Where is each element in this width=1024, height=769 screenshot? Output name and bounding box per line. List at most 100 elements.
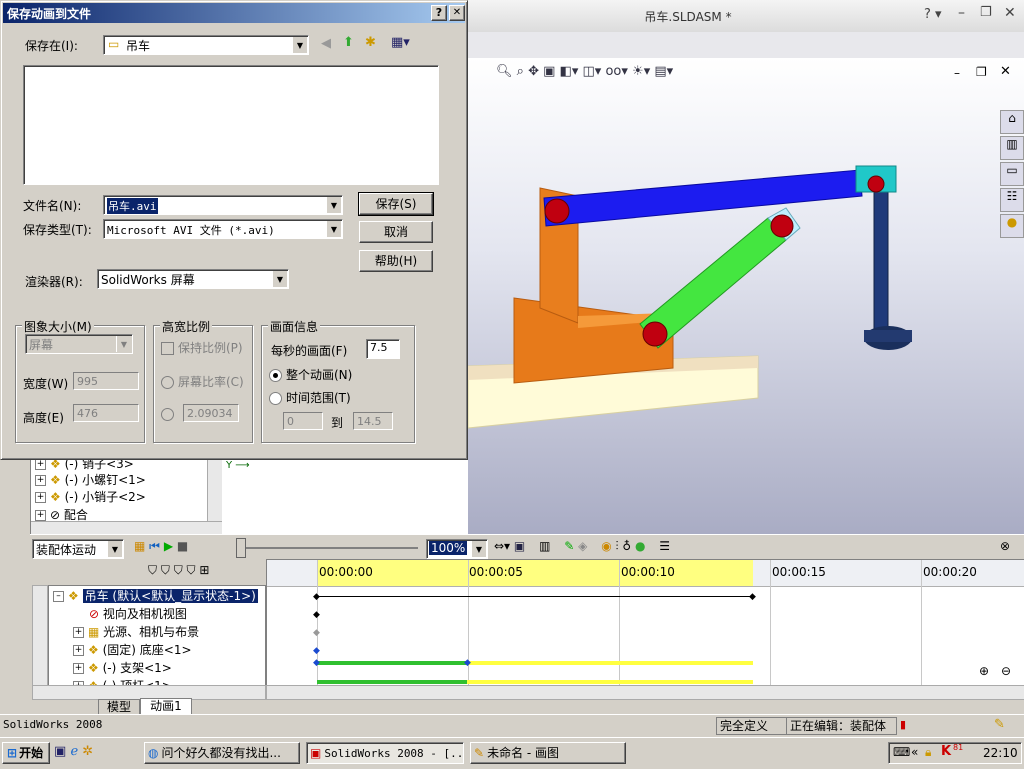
task-solidworks[interactable]: ▣ SolidWorks 2008 - [... [306, 742, 464, 764]
calculate-icon[interactable]: ▦ [134, 539, 145, 553]
help-button[interactable]: 帮助(H) [359, 250, 433, 272]
whole-animation-radio[interactable]: 整个动画(N) [269, 366, 352, 383]
timeline-active-range [317, 560, 753, 586]
motion-tree-item[interactable]: + ▦ 光源、相机与布景 [73, 623, 199, 641]
key-point[interactable]: ◆ [313, 610, 320, 620]
tree-item[interactable]: + ❖ (-) 小螺钉<1> [35, 471, 146, 489]
spring-icon[interactable]: ⫶ [616, 539, 619, 553]
playback-slider[interactable] [238, 547, 418, 549]
k-icon[interactable]: K [941, 744, 951, 759]
status-bar: SolidWorks 2008 完全定义 正在编辑：装配体 ▮ ✎ [0, 714, 1024, 737]
playback-mode-icon[interactable]: ⇔▾ [494, 539, 510, 553]
tree-item[interactable]: + ❖ (-) 小销子<2> [35, 488, 146, 506]
assembly-icon: ❖ [68, 589, 79, 603]
motor-icon[interactable]: ◉ [601, 539, 611, 553]
desktop-icon[interactable]: ▣ [54, 744, 66, 759]
play-from-start-icon[interactable]: ⏮ [149, 539, 160, 553]
key-point[interactable]: ◆ [313, 658, 320, 668]
autokey-icon[interactable]: ✎ [564, 539, 574, 553]
motion-tree-item[interactable]: – ❖ 吊车 (默认<默认_显示状态-1>) [53, 587, 258, 605]
damper-icon[interactable]: ♁ [622, 539, 631, 553]
change-bar [317, 661, 467, 665]
filter-driving-icon[interactable]: ⛉ [161, 563, 170, 577]
results-icon[interactable]: ☰ [659, 539, 670, 553]
study-type-combo[interactable]: 装配体运动 ▼ [32, 539, 124, 559]
top-arm [543, 169, 863, 227]
fps-field[interactable]: 7.5 [366, 339, 400, 359]
time-range-radio[interactable]: 时间范围(T) [269, 389, 351, 406]
file-list[interactable] [23, 65, 439, 185]
taskbar: ⊞ 开始 ▣ ℯ ✲ ◍ 问个好久都没有找出... ▣ SolidWorks 2008… [0, 737, 1024, 769]
tray-arrow-icon[interactable]: « [911, 745, 918, 759]
zoom-combo[interactable]: 100% ▼ [426, 539, 488, 559]
windows-logo-icon: ⊞ [7, 746, 18, 760]
filetype-combo[interactable]: Microsoft AVI 文件 (*.avi) ▼ [103, 219, 343, 239]
renderer-combo[interactable]: SolidWorks 屏幕 ▼ [97, 269, 289, 289]
view-menu-icon[interactable]: ▦▾ [391, 35, 410, 50]
key-point[interactable]: ◆ [313, 628, 320, 638]
filter-animated-icon[interactable]: ⛉ [148, 563, 157, 577]
solidworks-icon: ▣ [310, 746, 322, 760]
command-manager [468, 32, 1024, 59]
restore-icon[interactable]: ❐ [980, 5, 992, 20]
task-browser[interactable]: ◍ 问个好久都没有找出... [144, 742, 300, 764]
dialog-title-bar[interactable]: 保存动画到文件 ? ✕ [3, 3, 465, 23]
slider-thumb[interactable] [236, 538, 246, 558]
new-folder-icon[interactable]: ✱ [365, 35, 376, 50]
timeline[interactable]: 00:00:00 00:00:05 00:00:10 00:00:15 00:0… [266, 559, 1024, 687]
play-icon[interactable]: ▶ [164, 539, 173, 553]
paint-icon: ✎ [474, 746, 485, 760]
motion-tree-item[interactable]: ⊘ 视向及相机视图 [89, 605, 187, 623]
add-key-icon[interactable]: ◈ [578, 539, 587, 553]
range-to-label: 到 [331, 416, 344, 430]
help-menu-icon[interactable]: ? ▾ [924, 7, 942, 22]
collapse-icon[interactable]: ⊗ [1000, 539, 1010, 553]
gravity-icon[interactable]: ● [635, 539, 645, 553]
up-folder-icon[interactable]: ⬆ [343, 35, 354, 50]
motion-tree-item[interactable]: + ❖ (-) 支架<1> [73, 659, 172, 677]
cancel-button[interactable]: 取消 [359, 221, 433, 243]
save-in-combo[interactable]: ▭ 吊车 ▼ [103, 35, 309, 55]
quick-tips-icon[interactable]: ✎ [994, 717, 1005, 732]
animation-wizard-icon[interactable]: ▥ [539, 539, 550, 553]
key-point[interactable]: ◆ [749, 592, 756, 602]
dialog-help-button[interactable]: ? [431, 5, 447, 21]
minimize-icon[interactable]: – [958, 5, 965, 21]
screen-ratio-radio: 屏幕比率(C) [161, 373, 244, 390]
save-animation-icon[interactable]: ▣ [514, 539, 525, 553]
lock-icon[interactable]: 🔒︎ [925, 745, 931, 760]
pin-1 [544, 198, 570, 224]
zoom-out-icon[interactable]: ⊖ [1001, 664, 1011, 678]
keyboard-icon[interactable]: ⌨ [893, 745, 910, 759]
filename-field[interactable]: 吊车.avi ▼ [103, 195, 343, 215]
motion-tree-item[interactable]: + ❖ (固定) 底座<1> [73, 641, 192, 659]
tree-hscroll[interactable] [31, 521, 223, 535]
time-label: 00:00:20 [923, 565, 977, 579]
filter-selected-icon[interactable]: ⛉ [174, 563, 183, 577]
sw-title-bar: 吊车.SLDASM * ? ▾ – ❐ ✕ [468, 0, 1024, 33]
start-button[interactable]: ⊞ 开始 [2, 742, 50, 764]
back-icon[interactable]: ◀ [321, 36, 331, 51]
dialog-close-button[interactable]: ✕ [449, 5, 465, 21]
ie-icon[interactable]: ℯ [70, 744, 78, 759]
close-icon[interactable]: ✕ [1004, 5, 1016, 21]
autofit-icon[interactable]: ⊞ [199, 563, 209, 577]
key-point[interactable]: ◆ [464, 658, 471, 668]
media-icon[interactable]: ✲ [82, 744, 93, 759]
change-bar [317, 680, 467, 684]
stop-icon[interactable]: ■ [177, 539, 188, 553]
motion-tree-vscroll[interactable] [32, 585, 48, 687]
task-paint[interactable]: ✎ 未命名 - 画图 [470, 742, 626, 764]
key-point[interactable]: ◆ [313, 592, 320, 602]
save-button[interactable]: 保存(S) [358, 192, 434, 216]
time-label: 00:00:10 [621, 565, 675, 579]
crane-model[interactable] [468, 58, 1024, 534]
rebuild-light-icon[interactable]: ▮ [900, 718, 906, 731]
key-point[interactable]: ◆ [313, 646, 320, 656]
timeline-hscroll[interactable] [266, 685, 1024, 700]
filter-results-icon[interactable]: ⛉ [187, 563, 196, 577]
graphics-area[interactable]: 🔍︎ ⌕ ✥ ▣ ◧▾ ◫▾ oo▾ ☀▾ ▤▾ – ❐ ✕ ⌂ ▥ ▭ ☷ ● [468, 58, 1024, 534]
time-bar[interactable] [317, 596, 753, 597]
range-from-field: 0 [283, 412, 323, 430]
zoom-in-icon[interactable]: ⊕ [979, 664, 989, 678]
